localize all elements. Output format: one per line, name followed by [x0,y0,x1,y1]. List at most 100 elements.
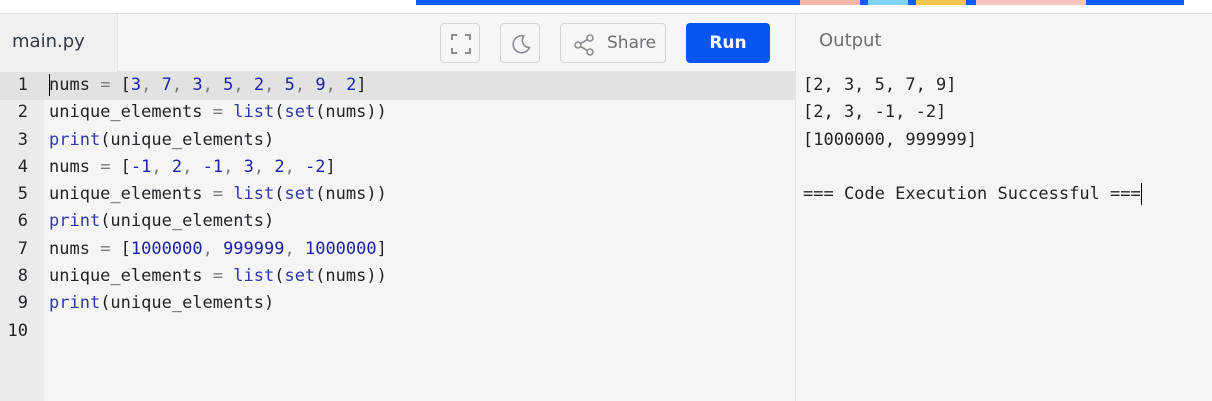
line-number: 8 [17,266,28,287]
code-token: ( [274,102,285,123]
code-token: 2 [171,156,183,177]
code-token: (unique_elements) [100,293,275,314]
code-token: 3 [243,156,254,177]
code-line[interactable]: 7 nums = [1000000, 999999, 1000000] [0,236,795,263]
code-line[interactable]: 10 [0,318,795,345]
banner-art [916,0,966,5]
code-token: -1 [202,156,224,177]
share-button[interactable]: Share [560,23,666,63]
code-token: nums [49,156,101,177]
code-line[interactable]: 2 unique_elements = list(set(nums)) [0,99,795,126]
code-token: = [100,75,121,95]
line-number: 1 [17,75,28,95]
code-token: unique_elements [49,266,213,287]
code-line[interactable]: 9 print(unique_elements) [0,290,795,317]
code-token: (nums)) [315,102,387,123]
code-token: ] [356,75,367,95]
top-strip [0,0,1212,14]
code-line[interactable]: 5 unique_elements = list(set(nums)) [0,181,795,208]
code-token: , [141,75,162,95]
line-number: 7 [17,238,28,259]
code-line[interactable]: 4 nums = [-1, 2, -1, 3, 2, -2] [0,154,795,181]
code-token: list [233,184,275,205]
file-tab[interactable]: main.py [0,14,118,72]
code-token: ] [325,156,336,177]
ad-banner[interactable] [416,0,1184,5]
code-token: 5 [284,75,295,95]
code-token: , [284,238,305,259]
output-header: Output [795,14,1212,72]
code-token: set [284,184,316,205]
code-text: nums = [1000000, 999999, 1000000] [49,239,387,259]
code-editor[interactable]: 1 nums = [3, 7, 3, 5, 2, 5, 9, 2] 2 unique_… [0,72,795,401]
banner-art [800,0,860,5]
code-token: 9 [315,75,326,95]
code-token: , [253,156,275,177]
code-token: print [49,293,101,314]
code-token: ( [274,184,285,205]
code-token: = [100,238,121,259]
code-token: unique_elements [49,102,213,123]
code-token: = [212,184,234,205]
code-token: list [233,102,275,123]
code-lines[interactable]: 1 nums = [3, 7, 3, 5, 2, 5, 9, 2] 2 unique_… [0,72,795,345]
code-token: , [325,75,347,95]
code-token: 7 [161,75,172,95]
code-token: , [294,75,316,95]
banner-art [976,0,1086,5]
code-token: list [233,266,275,287]
code-token: nums [49,238,101,259]
code-token: , [171,75,193,95]
line-number: 4 [17,156,28,177]
code-line[interactable]: 3 print(unique_elements) [0,127,795,154]
code-token: 2 [253,75,265,95]
code-text: nums = [3, 7, 3, 5, 2, 5, 9, 2] [49,75,367,95]
fullscreen-button[interactable] [440,23,480,63]
code-text: print(unique_elements) [49,130,274,150]
text-cursor [49,74,50,96]
run-button[interactable]: Run [686,23,770,63]
code-token: , [233,75,254,95]
theme-toggle-button[interactable] [500,23,540,63]
output-line: [2, 3, -1, -2] [803,102,947,123]
code-token: , [202,75,224,95]
code-token: [ [120,156,131,177]
code-token: 5 [223,75,234,95]
code-token: unique_elements [49,184,213,205]
code-token: 2 [274,156,285,177]
output-line: === Code Execution Successful === [803,184,1141,205]
output-line: [1000000, 999999] [803,129,977,150]
code-token: (unique_elements) [100,211,275,232]
line-number: 3 [17,129,28,150]
code-token: (nums)) [315,266,387,287]
code-token: , [284,156,306,177]
code-line[interactable]: 6 print(unique_elements) [0,208,795,235]
code-text: unique_elements = list(set(nums)) [49,184,387,204]
code-text: nums = [-1, 2, -1, 3, 2, -2] [49,157,336,177]
code-line[interactable]: 8 unique_elements = list(set(nums)) [0,263,795,290]
code-token: = [212,102,234,123]
code-token: , [264,75,285,95]
code-token: print [49,211,101,232]
code-token: nums [49,75,101,95]
code-text: print(unique_elements) [49,293,274,313]
fullscreen-icon [451,34,471,54]
output-panel: [2, 3, 5, 7, 9] [2, 3, -1, -2] [1000000, 9… [795,72,1212,401]
code-token: set [284,102,316,123]
code-token: (unique_elements) [100,129,275,150]
editor-header: main.py Share Run Output [0,14,1212,72]
code-text: unique_elements = list(set(nums)) [49,266,387,286]
code-line[interactable]: 1 nums = [3, 7, 3, 5, 2, 5, 9, 2] [0,72,795,99]
code-token: , [223,156,244,177]
code-token: = [100,156,121,177]
output-title: Output [819,30,882,51]
code-token: 3 [192,75,203,95]
code-token: 3 [130,75,142,95]
code-token: [ [120,238,131,259]
code-token: 999999 [223,238,285,259]
output-line: [2, 3, 5, 7, 9] [803,75,957,95]
text-cursor [1141,183,1142,206]
file-tab-label: main.py [12,31,85,52]
line-number: 6 [17,211,28,232]
line-number: 9 [17,293,28,314]
